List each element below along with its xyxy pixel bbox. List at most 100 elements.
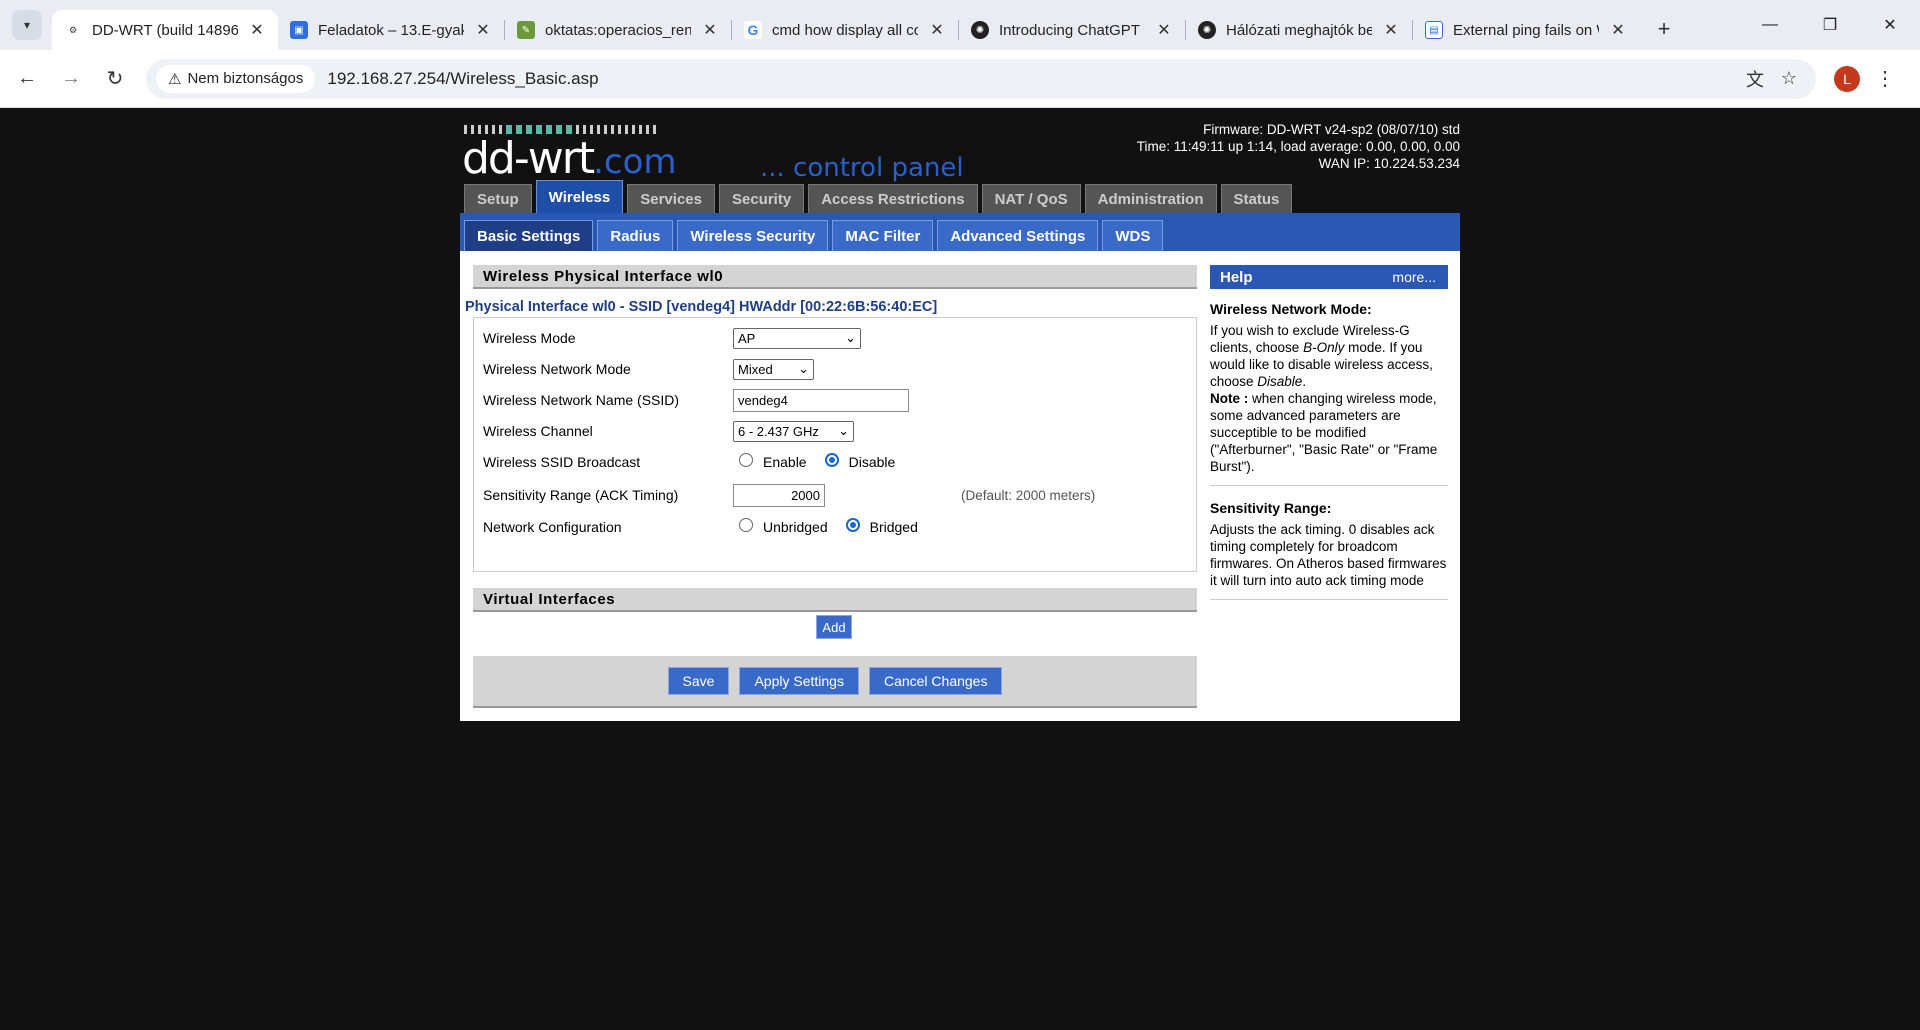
firmware-text: Firmware: DD-WRT v24-sp2 (08/07/10) std [1203, 122, 1460, 137]
chevron-down-icon: ⌄ [838, 423, 849, 438]
broadcast-disable-radio[interactable] [824, 453, 839, 467]
network-config-row: Network Configuration Unbridged Bridged [483, 515, 1183, 539]
subtab-advanced-settings[interactable]: Advanced Settings [937, 220, 1099, 251]
network-mode-row: Wireless Network Mode Mixed ⌄ [483, 357, 1183, 381]
settings-form: Wireless Physical Interface wl0 Physical… [465, 265, 1197, 708]
radio-label: Unbridged [763, 519, 828, 535]
tab-title: Introducing ChatGPT [999, 21, 1140, 39]
browser-tab-chatgpt[interactable]: ✺ Introducing ChatGPT ✕ [959, 10, 1185, 50]
security-label: Nem biztonságos [187, 70, 304, 87]
channel-select[interactable]: 6 - 2.437 GHz ⌄ [733, 420, 854, 442]
sub-nav: Basic Settings Radius Wireless Security … [460, 213, 1460, 251]
reload-icon: ↻ [106, 68, 124, 90]
logo-text: dd-wrt [462, 133, 595, 184]
select-value: Mixed [738, 361, 773, 377]
close-tab-icon[interactable]: ✕ [1155, 20, 1173, 40]
close-tab-icon[interactable]: ✕ [701, 20, 719, 40]
action-bar: Save Apply Settings Cancel Changes [473, 656, 1197, 708]
tab-services[interactable]: Services [627, 184, 715, 213]
browser-tab-doc[interactable]: ▤ External ping fails on WAN ✕ [1413, 10, 1639, 50]
ssid-input[interactable]: vendeg4 [733, 388, 909, 412]
tab-security[interactable]: Security [718, 184, 805, 213]
wireless-mode-row: Wireless Mode AP ⌄ [483, 326, 1183, 350]
ack-timing-row: Sensitivity Range (ACK Timing) 2000 (Def… [483, 483, 1183, 507]
bridged-radio[interactable] [845, 518, 860, 532]
help-heading: Sensitivity Range: [1210, 500, 1332, 516]
select-value: AP [738, 330, 756, 346]
close-tab-icon[interactable]: ✕ [474, 20, 492, 40]
wan-ip-text: WAN IP: 10.224.53.234 [1318, 156, 1460, 171]
close-tab-icon[interactable]: ✕ [248, 20, 266, 40]
security-chip[interactable]: ⚠ Nem biztonságos [156, 64, 316, 93]
subtab-mac-filter[interactable]: MAC Filter [832, 220, 934, 251]
save-button[interactable]: Save [667, 667, 730, 695]
profile-avatar[interactable]: L [1834, 65, 1860, 92]
restore-icon[interactable]: ❐ [1800, 0, 1860, 50]
classroom-icon: ▣ [290, 21, 308, 39]
new-tab-button[interactable]: + [1647, 12, 1681, 46]
help-header: Help more... [1210, 265, 1448, 289]
field-label: Wireless Network Mode [483, 361, 631, 377]
subtab-radius[interactable]: Radius [597, 220, 674, 251]
warning-icon: ⚠ [168, 70, 182, 88]
tab-title: oktatas:operacios_rendszerek [545, 21, 691, 39]
translate-icon[interactable]: 文 [1738, 62, 1772, 96]
tab-title: Feladatok – 13.E-gyak [318, 21, 464, 39]
field-label: Wireless SSID Broadcast [483, 454, 641, 470]
help-heading: Wireless Network Mode: [1210, 301, 1372, 317]
logo-tagline: ... control panel [760, 153, 964, 183]
tab-setup[interactable]: Setup [464, 184, 532, 213]
url-text[interactable]: 192.168.27.254/Wireless_Basic.asp [327, 69, 1738, 89]
browser-menu-icon[interactable]: ⋮ [1868, 66, 1902, 91]
tab-search-button[interactable]: ▾ [12, 10, 42, 40]
reload-button[interactable]: ↻ [98, 62, 132, 96]
unbridged-radio[interactable] [739, 518, 753, 532]
browser-tab-wiki[interactable]: ✎ oktatas:operacios_rendszerek ✕ [505, 10, 731, 50]
tab-administration[interactable]: Administration [1084, 184, 1217, 213]
page-viewport: dd-wrt.com ... control panel Firmware: D… [0, 109, 1920, 1030]
arrow-right-icon: → [61, 67, 81, 89]
radio-label: Disable [848, 454, 896, 470]
forward-button[interactable]: → [54, 62, 88, 96]
close-window-icon[interactable]: ✕ [1860, 0, 1920, 50]
help-title: Help [1220, 268, 1253, 286]
interface-legend: Physical Interface wl0 - SSID [vendeg4] … [465, 299, 938, 315]
address-bar[interactable]: ⚠ Nem biztonságos 192.168.27.254/Wireles… [146, 58, 1816, 99]
apply-settings-button[interactable]: Apply Settings [739, 667, 859, 695]
browser-tab-classroom[interactable]: ▣ Feladatok – 13.E-gyak ✕ [278, 10, 504, 50]
help-paragraph: If you wish to exclude Wireless-G client… [1210, 323, 1438, 474]
radio-label: Bridged [869, 519, 918, 535]
cancel-changes-button[interactable]: Cancel Changes [868, 667, 1003, 695]
bookmark-star-icon[interactable]: ☆ [1772, 62, 1806, 96]
browser-tab-chatgpt-2[interactable]: ✺ Hálózati meghajtók beállítása ✕ [1186, 10, 1412, 50]
tab-status[interactable]: Status [1220, 184, 1293, 213]
tab-nat-qos[interactable]: NAT / QoS [981, 184, 1081, 213]
tab-wireless[interactable]: Wireless [535, 180, 624, 213]
subtab-wireless-security[interactable]: Wireless Security [677, 220, 829, 251]
browser-tab-ddwrt[interactable]: ⚙ DD-WRT (build 14896) ✕ [52, 10, 278, 50]
close-tab-icon[interactable]: ✕ [1609, 20, 1627, 40]
virtual-interfaces-title: Virtual Interfaces [473, 588, 1197, 612]
tab-title: External ping fails on WAN [1453, 21, 1599, 39]
router-info: Firmware: DD-WRT v24-sp2 (08/07/10) std … [1137, 121, 1460, 172]
wiki-icon: ✎ [517, 21, 535, 39]
close-tab-icon[interactable]: ✕ [928, 20, 946, 40]
ack-timing-input[interactable]: 2000 [733, 483, 825, 507]
network-mode-select[interactable]: Mixed ⌄ [733, 358, 814, 380]
broadcast-enable-radio[interactable] [739, 453, 753, 467]
close-tab-icon[interactable]: ✕ [1382, 20, 1400, 40]
arrow-left-icon: ← [17, 67, 37, 89]
window-controls: — ❐ ✕ [1740, 0, 1920, 50]
subtab-basic-settings[interactable]: Basic Settings [464, 220, 594, 251]
subtab-wds[interactable]: WDS [1102, 220, 1164, 251]
openai-icon: ✺ [971, 21, 989, 39]
wireless-mode-select[interactable]: AP ⌄ [733, 327, 861, 349]
tab-access-restrictions[interactable]: Access Restrictions [808, 184, 978, 213]
browser-tab-google[interactable]: G cmd how display all commands ✕ [732, 10, 958, 50]
back-button[interactable]: ← [10, 62, 44, 96]
help-more-link[interactable]: more... [1392, 269, 1436, 286]
add-virtual-interface-button[interactable]: Add [816, 615, 852, 639]
minimize-icon[interactable]: — [1740, 0, 1800, 50]
field-label: Wireless Mode [483, 330, 576, 346]
section-title: Wireless Physical Interface wl0 [473, 265, 1197, 289]
